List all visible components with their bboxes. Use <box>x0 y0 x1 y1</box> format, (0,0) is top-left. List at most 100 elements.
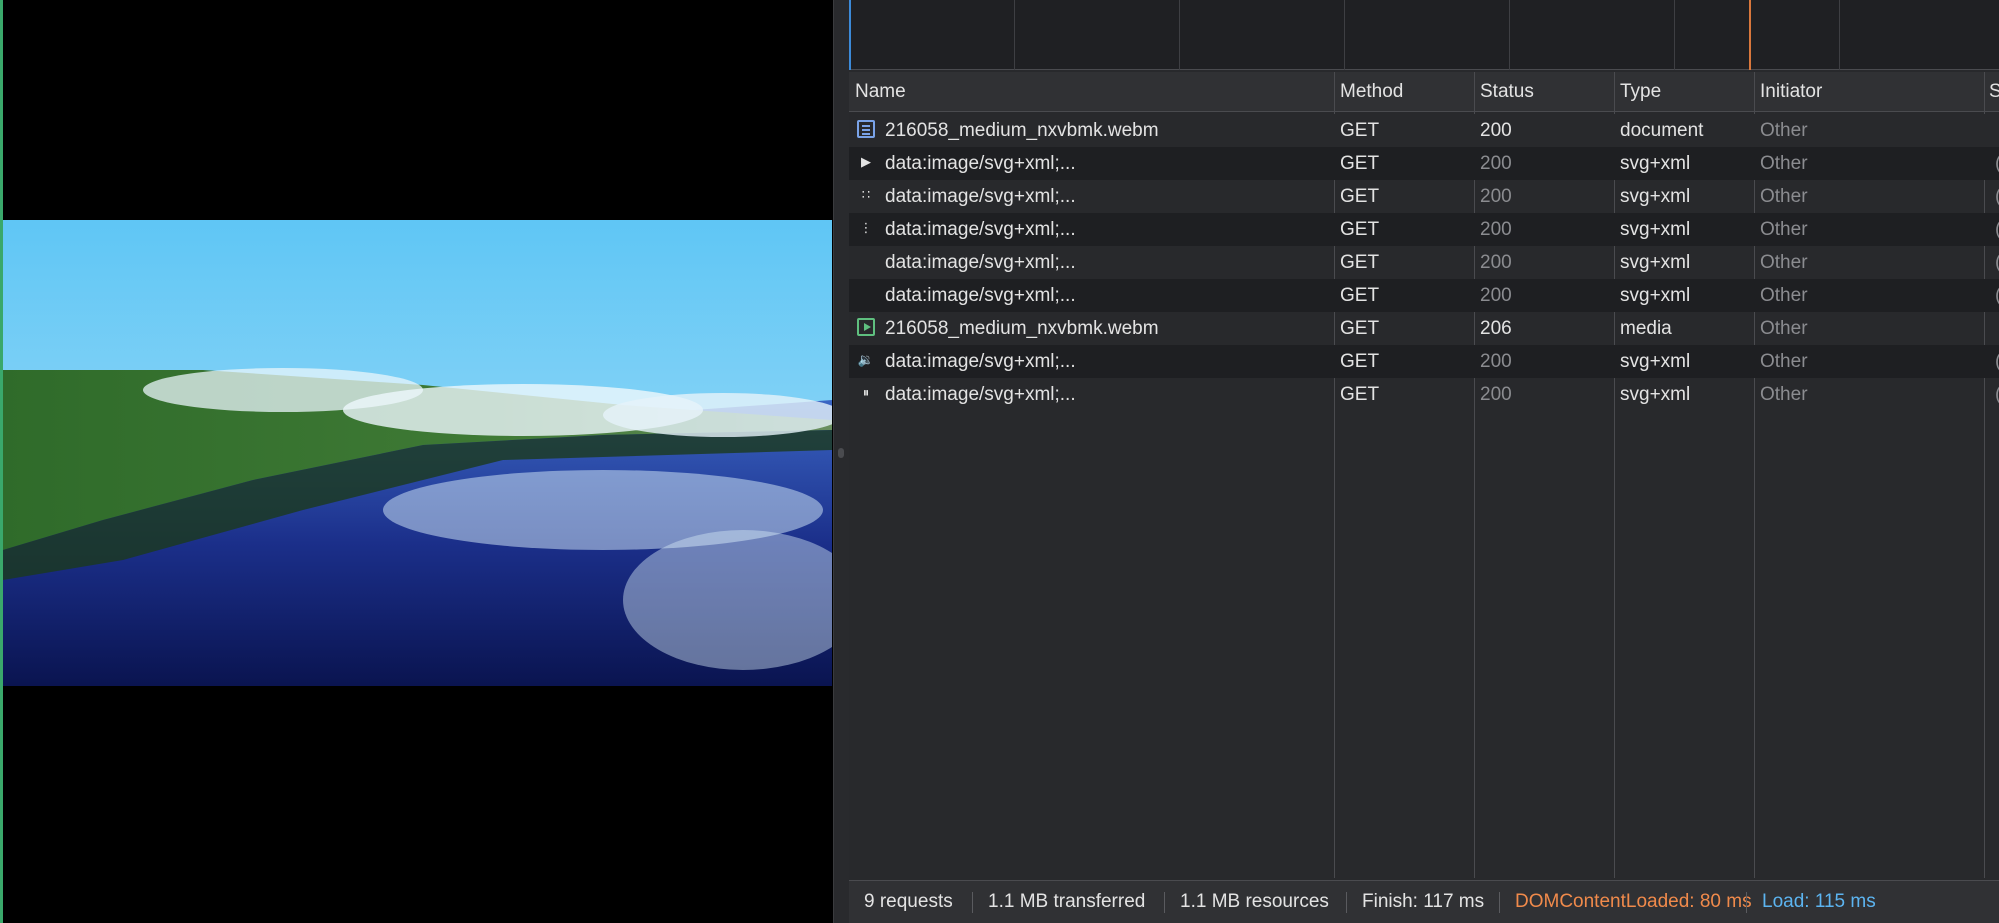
request-name-cell: ▶ data:image/svg+xml;... <box>849 147 1334 180</box>
video-player[interactable] <box>3 220 832 686</box>
request-size: ( <box>1989 246 1999 279</box>
timeline-gridline <box>1509 0 1510 70</box>
request-method: GET <box>1340 252 1380 273</box>
request-row[interactable]: data:image/svg+xml;... GET 200 svg+xml Other… <box>849 279 1999 312</box>
finish-time: Finish: 117 ms <box>1362 891 1485 912</box>
splitter-handle[interactable] <box>838 448 844 458</box>
request-status: 200 <box>1480 384 1512 405</box>
request-name: data:image/svg+xml;... <box>885 285 1076 306</box>
column-header-size[interactable]: S <box>1985 72 1999 112</box>
request-status: 200 <box>1480 252 1512 273</box>
summary-divider <box>1346 892 1347 913</box>
transferred-size: 1.1 MB transferred <box>988 891 1146 912</box>
request-initiator: Other <box>1760 252 1808 273</box>
summary-divider <box>1746 892 1747 913</box>
request-size <box>1989 114 1999 147</box>
timeline-gridline <box>1344 0 1345 70</box>
request-size: ( <box>1989 345 1999 378</box>
request-type: svg+xml <box>1620 153 1691 174</box>
fullscreen-icon: ∷ <box>861 186 871 202</box>
request-size: ( <box>1989 213 1999 246</box>
video-pane <box>0 0 833 923</box>
request-method: GET <box>1340 285 1380 306</box>
network-overview-timeline[interactable] <box>849 0 1999 70</box>
column-header-status[interactable]: Status <box>1474 72 1614 112</box>
request-row[interactable]: ⋮ data:image/svg+xml;... GET 200 svg+xml Othe… <box>849 213 1999 246</box>
request-row[interactable]: 216058_medium_nxvbmk.webm GET 206 media Othe… <box>849 312 1999 345</box>
request-name-cell: ∷ data:image/svg+xml;... <box>849 180 1334 213</box>
request-type: media <box>1620 318 1672 339</box>
request-name: data:image/svg+xml;... <box>885 186 1076 207</box>
request-row[interactable]: 216058_medium_nxvbmk.webm GET 200 document O… <box>849 114 1999 147</box>
summary-divider <box>1499 892 1500 913</box>
request-name-cell: ⋮ data:image/svg+xml;... <box>849 213 1334 246</box>
request-status: 206 <box>1480 318 1512 339</box>
request-method: GET <box>1340 120 1380 141</box>
request-method: GET <box>1340 384 1380 405</box>
request-initiator: Other <box>1760 219 1808 240</box>
request-size: ( <box>1989 378 1999 411</box>
timeline-gridline <box>1014 0 1015 70</box>
request-method: GET <box>1340 219 1380 240</box>
column-header-name[interactable]: Name <box>849 72 1334 112</box>
request-type: document <box>1620 120 1704 141</box>
request-type: svg+xml <box>1620 219 1691 240</box>
timeline-start-marker <box>849 0 851 70</box>
media-icon <box>857 317 875 336</box>
more-vertical-icon: ⋮ <box>859 219 873 235</box>
request-type: svg+xml <box>1620 384 1691 405</box>
timeline-gridline <box>1179 0 1180 70</box>
column-header-method[interactable]: Method <box>1334 72 1474 112</box>
dom-content-loaded-marker <box>1749 0 1751 70</box>
request-row[interactable]: data:image/svg+xml;... GET 200 svg+xml Other… <box>849 246 1999 279</box>
resources-size: 1.1 MB resources <box>1180 891 1329 912</box>
devtools-network-panel: Name Method Status Type Initiator S 2160… <box>849 0 1999 923</box>
summary-divider <box>1164 892 1165 913</box>
request-name: 216058_medium_nxvbmk.webm <box>885 318 1159 339</box>
request-size: ( <box>1989 279 1999 312</box>
request-row[interactable]: ▶ data:image/svg+xml;... GET 200 svg+xml Othe… <box>849 147 1999 180</box>
table-header: Name Method Status Type Initiator S <box>849 72 1999 112</box>
blank-icon <box>857 285 875 303</box>
request-status: 200 <box>1480 186 1512 207</box>
requests-table: Name Method Status Type Initiator S 2160… <box>849 72 1999 878</box>
request-type: svg+xml <box>1620 285 1691 306</box>
column-header-type[interactable]: Type <box>1614 72 1754 112</box>
request-name: 216058_medium_nxvbmk.webm <box>885 120 1159 141</box>
request-initiator: Other <box>1760 120 1808 141</box>
request-method: GET <box>1340 351 1380 372</box>
request-size: ( <box>1989 147 1999 180</box>
request-initiator: Other <box>1760 351 1808 372</box>
dom-content-loaded-time: DOMContentLoaded: 80 ms <box>1515 891 1752 912</box>
play-icon: ▶ <box>861 153 871 169</box>
request-name: data:image/svg+xml;... <box>885 384 1076 405</box>
request-method: GET <box>1340 153 1380 174</box>
request-name: data:image/svg+xml;... <box>885 351 1076 372</box>
volume-icon: 🔉 <box>857 351 875 367</box>
request-name: data:image/svg+xml;... <box>885 219 1076 240</box>
request-status: 200 <box>1480 351 1512 372</box>
request-status: 200 <box>1480 285 1512 306</box>
video-frame-image <box>3 220 832 686</box>
request-method: GET <box>1340 318 1380 339</box>
pause-icon: ⏸ <box>862 384 870 400</box>
request-name-cell: ⏸ data:image/svg+xml;... <box>849 378 1334 411</box>
request-name-cell: 🔉 data:image/svg+xml;... <box>849 345 1334 378</box>
request-size: ( <box>1989 180 1999 213</box>
request-initiator: Other <box>1760 384 1808 405</box>
request-row[interactable]: ⏸ data:image/svg+xml;... GET 200 svg+xml Othe… <box>849 378 1999 411</box>
request-type: svg+xml <box>1620 351 1691 372</box>
request-initiator: Other <box>1760 318 1808 339</box>
timeline-gridline <box>1674 0 1675 70</box>
load-time: Load: 115 ms <box>1762 891 1876 912</box>
request-name: data:image/svg+xml;... <box>885 153 1076 174</box>
request-row[interactable]: ∷ data:image/svg+xml;... GET 200 svg+xml Othe… <box>849 180 1999 213</box>
request-initiator: Other <box>1760 153 1808 174</box>
request-row[interactable]: 🔉 data:image/svg+xml;... GET 200 svg+xml Othe… <box>849 345 1999 378</box>
request-method: GET <box>1340 186 1380 207</box>
request-name-cell: 216058_medium_nxvbmk.webm <box>849 312 1334 345</box>
panel-splitter[interactable] <box>833 0 849 923</box>
column-header-initiator[interactable]: Initiator <box>1754 72 1984 112</box>
blank-icon <box>857 252 875 270</box>
request-rows: 216058_medium_nxvbmk.webm GET 200 document O… <box>849 114 1999 411</box>
